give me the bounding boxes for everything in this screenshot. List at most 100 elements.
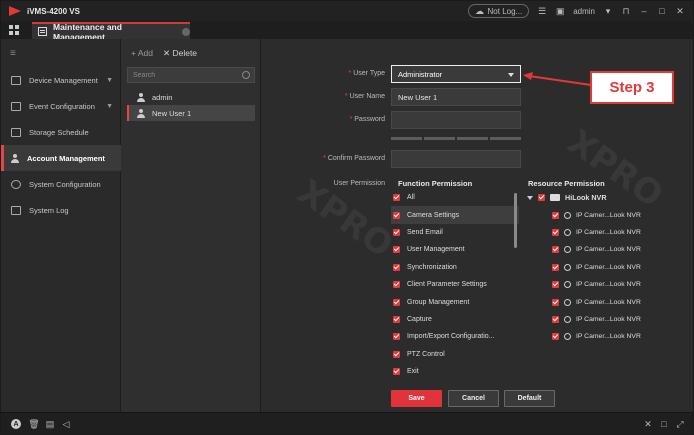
camera-icon — [564, 211, 571, 219]
permission-item-import-export-configuration[interactable]: Import/Export Configuratio... — [391, 328, 519, 345]
modules-grid-icon[interactable] — [9, 25, 19, 35]
checkbox-checked-icon[interactable] — [552, 263, 559, 271]
checkbox-checked-icon[interactable] — [393, 263, 400, 271]
confirm-password-field[interactable] — [391, 150, 521, 168]
cloud-icon: ☁ — [475, 5, 485, 16]
checkbox-checked-icon[interactable] — [393, 194, 400, 202]
camera-icon — [564, 315, 571, 323]
permission-item-capture[interactable]: Capture — [391, 311, 519, 328]
permission-item-synchronization[interactable]: Synchronization — [391, 259, 519, 276]
sidebar-item-system-configuration[interactable]: System Configuration — [1, 171, 121, 197]
search-icon[interactable] — [242, 71, 250, 79]
trash-icon[interactable]: 🗑 — [28, 419, 39, 429]
checkbox-checked-icon[interactable] — [393, 228, 400, 236]
tab-maintenance-and-management[interactable]: Maintenance and Management — [32, 22, 190, 42]
tree-node-camera[interactable]: IP Camer...Look NVR — [524, 224, 684, 241]
delete-user-button[interactable]: ✕ Delete — [163, 48, 197, 59]
permission-item-all[interactable]: All — [391, 189, 519, 206]
alarm-user-icon[interactable]: A — [11, 419, 21, 429]
permission-item-client-parameter-settings[interactable]: Client Parameter Settings — [391, 276, 519, 293]
tree-node-camera[interactable]: IP Camer...Look NVR — [524, 293, 684, 310]
search-input[interactable]: Search — [127, 67, 255, 83]
permission-label: Group Management — [407, 298, 470, 306]
tree-node-hilook-nvr[interactable]: HiLook NVR — [524, 189, 684, 206]
tree-node-camera[interactable]: IP Camer...Look NVR — [524, 241, 684, 258]
tab-app-icon — [38, 27, 47, 36]
checkbox-checked-icon[interactable] — [393, 281, 400, 289]
tree-node-camera[interactable]: IP Camer...Look NVR — [524, 206, 684, 223]
maximize-icon[interactable]: □ — [657, 6, 667, 16]
checkbox-checked-icon[interactable] — [552, 211, 559, 219]
permission-scrollbar[interactable] — [514, 193, 517, 248]
checkbox-checked-icon[interactable] — [393, 211, 400, 219]
user-list-panel: + Add ✕ Delete Search admin New User 1 — [121, 39, 261, 412]
current-user[interactable]: admin — [573, 7, 595, 16]
checkbox-checked-icon[interactable] — [393, 298, 400, 306]
tree-node-camera[interactable]: IP Camer...Look NVR — [524, 328, 684, 345]
sidebar-item-event-configuration[interactable]: Event Configuration ▼ — [1, 93, 121, 119]
annotation-arrow — [523, 72, 592, 86]
tree-node-camera[interactable]: IP Camer...Look NVR — [524, 259, 684, 276]
default-button[interactable]: Default — [504, 390, 555, 407]
checkbox-checked-icon[interactable] — [393, 350, 400, 358]
checkbox-checked-icon[interactable] — [552, 315, 559, 323]
title-bar: iVMS-4200 VS ☁ Not Log... ☰ ▣ admin ▾ ⊓ … — [1, 1, 693, 21]
menu-list-icon[interactable]: ☰ — [537, 6, 547, 16]
sidebar-item-label: System Log — [29, 205, 69, 215]
password-field[interactable] — [391, 111, 521, 129]
user-list-item-new-user-1[interactable]: New User 1 — [127, 105, 255, 121]
sidebar-item-device-management[interactable]: Device Management ▼ — [1, 67, 121, 93]
hamburger-icon[interactable]: ≡ — [10, 48, 16, 59]
tree-node-label: IP Camer...Look NVR — [576, 246, 641, 254]
save-button[interactable]: Save — [391, 390, 442, 407]
strength-segment — [457, 137, 488, 140]
permission-item-camera-settings[interactable]: Camera Settings — [391, 206, 519, 224]
checkbox-checked-icon[interactable] — [393, 333, 400, 341]
permission-item-group-management[interactable]: Group Management — [391, 293, 519, 310]
image-icon[interactable]: ▣ — [555, 6, 565, 16]
minimize-icon[interactable]: – — [639, 6, 649, 16]
permission-item-exit[interactable]: Exit — [391, 363, 519, 376]
lock-icon[interactable]: ⊓ — [621, 6, 631, 16]
chevron-down-icon[interactable]: ▾ — [603, 6, 613, 16]
storage-icon — [11, 127, 21, 137]
checkbox-checked-icon[interactable] — [538, 194, 545, 202]
tree-node-camera[interactable]: IP Camer...Look NVR — [524, 311, 684, 328]
sidebar-item-account-management[interactable]: Account Management — [1, 145, 121, 171]
camera-icon — [564, 298, 571, 306]
user-icon — [137, 92, 145, 102]
checkbox-checked-icon[interactable] — [393, 315, 400, 323]
camera-icon — [564, 246, 571, 254]
checkbox-checked-icon[interactable] — [552, 298, 559, 306]
volume-icon[interactable]: ◁ — [61, 419, 71, 429]
checkbox-checked-icon[interactable] — [393, 368, 400, 376]
checkbox-checked-icon[interactable] — [552, 228, 559, 236]
checkbox-checked-icon[interactable] — [552, 333, 559, 341]
expand-icon[interactable]: ⤢ — [675, 419, 685, 429]
add-user-button[interactable]: + Add — [131, 48, 153, 59]
cancel-button[interactable]: Cancel — [448, 390, 499, 407]
checkbox-checked-icon[interactable] — [393, 246, 400, 254]
close-icon[interactable]: ✕ — [675, 6, 685, 16]
tree-node-camera[interactable]: IP Camer...Look NVR — [524, 276, 684, 293]
display-icon[interactable]: ▤ — [45, 419, 55, 429]
step-callout: Step 3 — [590, 71, 674, 104]
permission-item-send-email[interactable]: Send Email — [391, 224, 519, 241]
permission-item-user-management[interactable]: User Management — [391, 241, 519, 258]
expand-triangle-icon[interactable] — [527, 195, 533, 200]
chevron-down-icon: ▼ — [106, 102, 113, 110]
window-icon[interactable]: □ — [659, 419, 669, 429]
pin-icon[interactable]: ✕ — [643, 419, 653, 429]
login-status-label: Not Log... — [487, 6, 523, 16]
sidebar-item-system-log[interactable]: System Log — [1, 197, 121, 223]
tab-close-icon[interactable] — [182, 27, 190, 36]
checkbox-checked-icon[interactable] — [552, 246, 559, 254]
permission-item-ptz-control[interactable]: PTZ Control — [391, 346, 519, 363]
user-type-select[interactable]: Administrator — [391, 65, 521, 83]
sidebar-item-storage-schedule[interactable]: Storage Schedule — [1, 119, 121, 145]
camera-icon — [564, 263, 571, 271]
user-list-item-admin[interactable]: admin — [127, 89, 255, 105]
login-status-button[interactable]: ☁ Not Log... — [467, 4, 530, 18]
checkbox-checked-icon[interactable] — [552, 281, 559, 289]
user-name-field[interactable]: New User 1 — [391, 88, 521, 106]
